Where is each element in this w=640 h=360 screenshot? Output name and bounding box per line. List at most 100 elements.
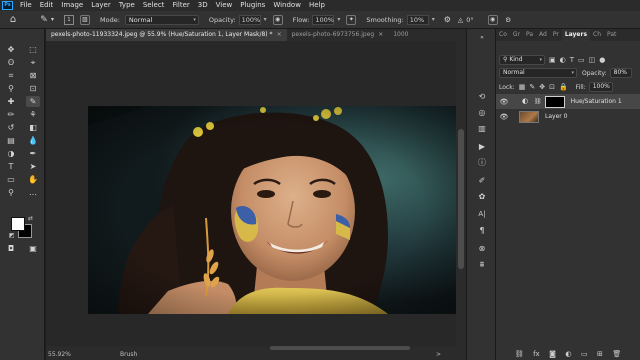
tab-properties[interactable]: Pr	[550, 29, 562, 41]
tab-document[interactable]: 1000	[388, 29, 413, 41]
home-icon[interactable]: ⌂	[6, 14, 20, 25]
mode-select[interactable]: Normal ▾	[124, 14, 199, 25]
lock-transparent-icon[interactable]: ▦	[519, 83, 526, 91]
airbrush-icon[interactable]: ✦	[346, 14, 357, 25]
vertical-scrollbar[interactable]	[456, 41, 466, 350]
tab-layers[interactable]: Layers	[561, 29, 591, 41]
zoom-level[interactable]: 55.92%	[48, 350, 71, 360]
tab-gradients[interactable]: Gr	[510, 29, 523, 41]
quick-mask-icon[interactable]: ◘	[4, 243, 18, 254]
menu-image[interactable]: Image	[57, 0, 87, 11]
brush-settings-panel-icon[interactable]: ✐	[475, 175, 489, 186]
ruler-tool-icon[interactable]: ⊡	[26, 83, 40, 94]
move-tool-icon[interactable]: ✥	[4, 44, 18, 55]
menu-edit[interactable]: Edit	[36, 0, 58, 11]
close-icon[interactable]: ×	[378, 31, 383, 38]
menu-type[interactable]: Type	[115, 0, 139, 11]
angle-input[interactable]: 0°	[466, 16, 473, 24]
brushes-panel-icon[interactable]: ✿	[475, 191, 489, 202]
dodge-tool-icon[interactable]: ◑	[4, 148, 18, 159]
filter-toggle-icon[interactable]: ●	[599, 56, 605, 64]
menu-view[interactable]: View	[212, 0, 237, 11]
lock-artboard-icon[interactable]: ⊡	[549, 83, 555, 91]
menu-filter[interactable]: Filter	[168, 0, 193, 11]
foreground-color-swatch[interactable]	[11, 217, 25, 231]
screen-mode-icon[interactable]: ▣	[26, 243, 40, 254]
channels-panel-icon[interactable]: ⩩	[475, 259, 489, 270]
frame-tool-icon[interactable]: ⊠	[26, 70, 40, 81]
canvas-area[interactable]	[46, 41, 456, 350]
layer-name[interactable]: Hue/Saturation 1	[571, 98, 622, 105]
tab-document[interactable]: pexels-photo-6973756.jpeg ×	[287, 29, 389, 41]
add-mask-icon[interactable]: ◙	[549, 350, 556, 358]
brush-settings-icon[interactable]: ▧	[80, 14, 91, 25]
tab-paths[interactable]: Pat	[604, 29, 619, 41]
menu-window[interactable]: Window	[269, 0, 305, 11]
filter-adjustment-icon[interactable]: ◐	[560, 56, 566, 64]
new-adjustment-layer-icon[interactable]: ◐	[565, 350, 571, 358]
opacity-input[interactable]: 100%	[238, 14, 261, 25]
visibility-eye-icon[interactable]: 👁	[499, 98, 509, 106]
brush-tool-icon[interactable]: ✎	[26, 96, 40, 107]
menu-layer[interactable]: Layer	[87, 0, 115, 11]
menu-plugins[interactable]: Plugins	[236, 0, 269, 11]
menu-3d[interactable]: 3D	[194, 0, 212, 11]
smoothing-options-gear-icon[interactable]: ⚙	[444, 15, 451, 24]
menu-select[interactable]: Select	[139, 0, 169, 11]
status-menu-arrow[interactable]: >	[436, 350, 441, 360]
clone-stamp-tool-icon[interactable]: ⚘	[26, 109, 40, 120]
chevron-down-icon[interactable]: ▾	[51, 16, 54, 23]
collapse-panels-icon[interactable]: «	[475, 32, 489, 43]
layer-row-layer-0[interactable]: 👁 Layer 0	[496, 109, 640, 124]
history-brush-tool-icon[interactable]: ↺	[4, 122, 18, 133]
filter-shape-icon[interactable]: ▭	[578, 56, 585, 64]
gradient-tool-icon[interactable]: ▤	[4, 135, 18, 146]
quick-selection-tool-icon[interactable]: ⌖	[26, 57, 40, 68]
layer-style-fx-icon[interactable]: fx	[533, 350, 540, 358]
properties-panel-icon[interactable]: ◎	[475, 107, 489, 118]
zoom-tool-icon[interactable]: ⚲	[4, 187, 18, 198]
delete-layer-icon[interactable]: 🗑	[612, 350, 621, 358]
visibility-eye-icon[interactable]: 👁	[499, 113, 509, 121]
menu-help[interactable]: Help	[305, 0, 329, 11]
healing-brush-tool-icon[interactable]: ✚	[4, 96, 18, 107]
eraser-tool-icon[interactable]: ◧	[26, 122, 40, 133]
paragraph-panel-icon[interactable]: ¶	[475, 225, 489, 236]
new-layer-icon[interactable]: ⊞	[597, 350, 603, 358]
layer-thumbnail[interactable]	[519, 110, 539, 123]
history-panel-icon[interactable]: ⟲	[475, 91, 489, 102]
smoothing-dropdown-icon[interactable]: ▾	[432, 16, 435, 23]
layer-mask-thumbnail[interactable]	[544, 95, 565, 108]
filter-smart-object-icon[interactable]: ◫	[589, 56, 596, 64]
filter-pixel-icon[interactable]: ▣	[549, 56, 556, 64]
rectangle-tool-icon[interactable]: ▭	[4, 174, 18, 185]
opacity-dropdown-icon[interactable]: ▾	[264, 16, 267, 23]
vertical-scroll-thumb[interactable]	[458, 129, 464, 269]
more-tools-icon[interactable]: …	[26, 187, 40, 198]
actions-panel-icon[interactable]: ▶	[475, 141, 489, 152]
glyphs-panel-icon[interactable]: ⊗	[475, 243, 489, 254]
hand-tool-icon[interactable]: ✋	[26, 174, 40, 185]
tab-patterns[interactable]: Pa	[523, 29, 536, 41]
brush-size-picker[interactable]: 1	[64, 14, 75, 25]
tab-document-active[interactable]: pexels-photo-11933324.jpeg @ 55.9% (Hue/…	[46, 29, 287, 41]
libraries-panel-icon[interactable]: ▥	[475, 123, 489, 134]
pressure-size-icon[interactable]: ◉	[487, 14, 498, 25]
link-chain-icon[interactable]: ⛓	[534, 98, 542, 105]
lock-all-icon[interactable]: 🔒	[559, 83, 568, 91]
brush-tool-alt-icon[interactable]: ✏	[4, 109, 18, 120]
fill-input[interactable]: 100%	[588, 82, 613, 92]
eyedropper-tool-icon[interactable]: ⚲	[4, 83, 18, 94]
new-group-icon[interactable]: ▭	[581, 350, 588, 358]
lasso-tool-icon[interactable]: ʘ	[4, 57, 18, 68]
pen-tool-icon[interactable]: ✒	[26, 148, 40, 159]
info-panel-icon[interactable]: ⓘ	[475, 157, 489, 168]
lock-image-icon[interactable]: ✎	[529, 83, 535, 91]
swap-colors-icon[interactable]: ⇄	[28, 215, 33, 222]
brush-tool-preset-icon[interactable]: ✎	[38, 15, 50, 25]
lock-position-icon[interactable]: ✥	[539, 83, 545, 91]
photoshop-logo[interactable]: Ps	[2, 1, 13, 10]
flow-dropdown-icon[interactable]: ▾	[337, 16, 340, 23]
tab-channels[interactable]: Ch	[590, 29, 604, 41]
layer-opacity-input[interactable]: 80%	[609, 68, 632, 78]
